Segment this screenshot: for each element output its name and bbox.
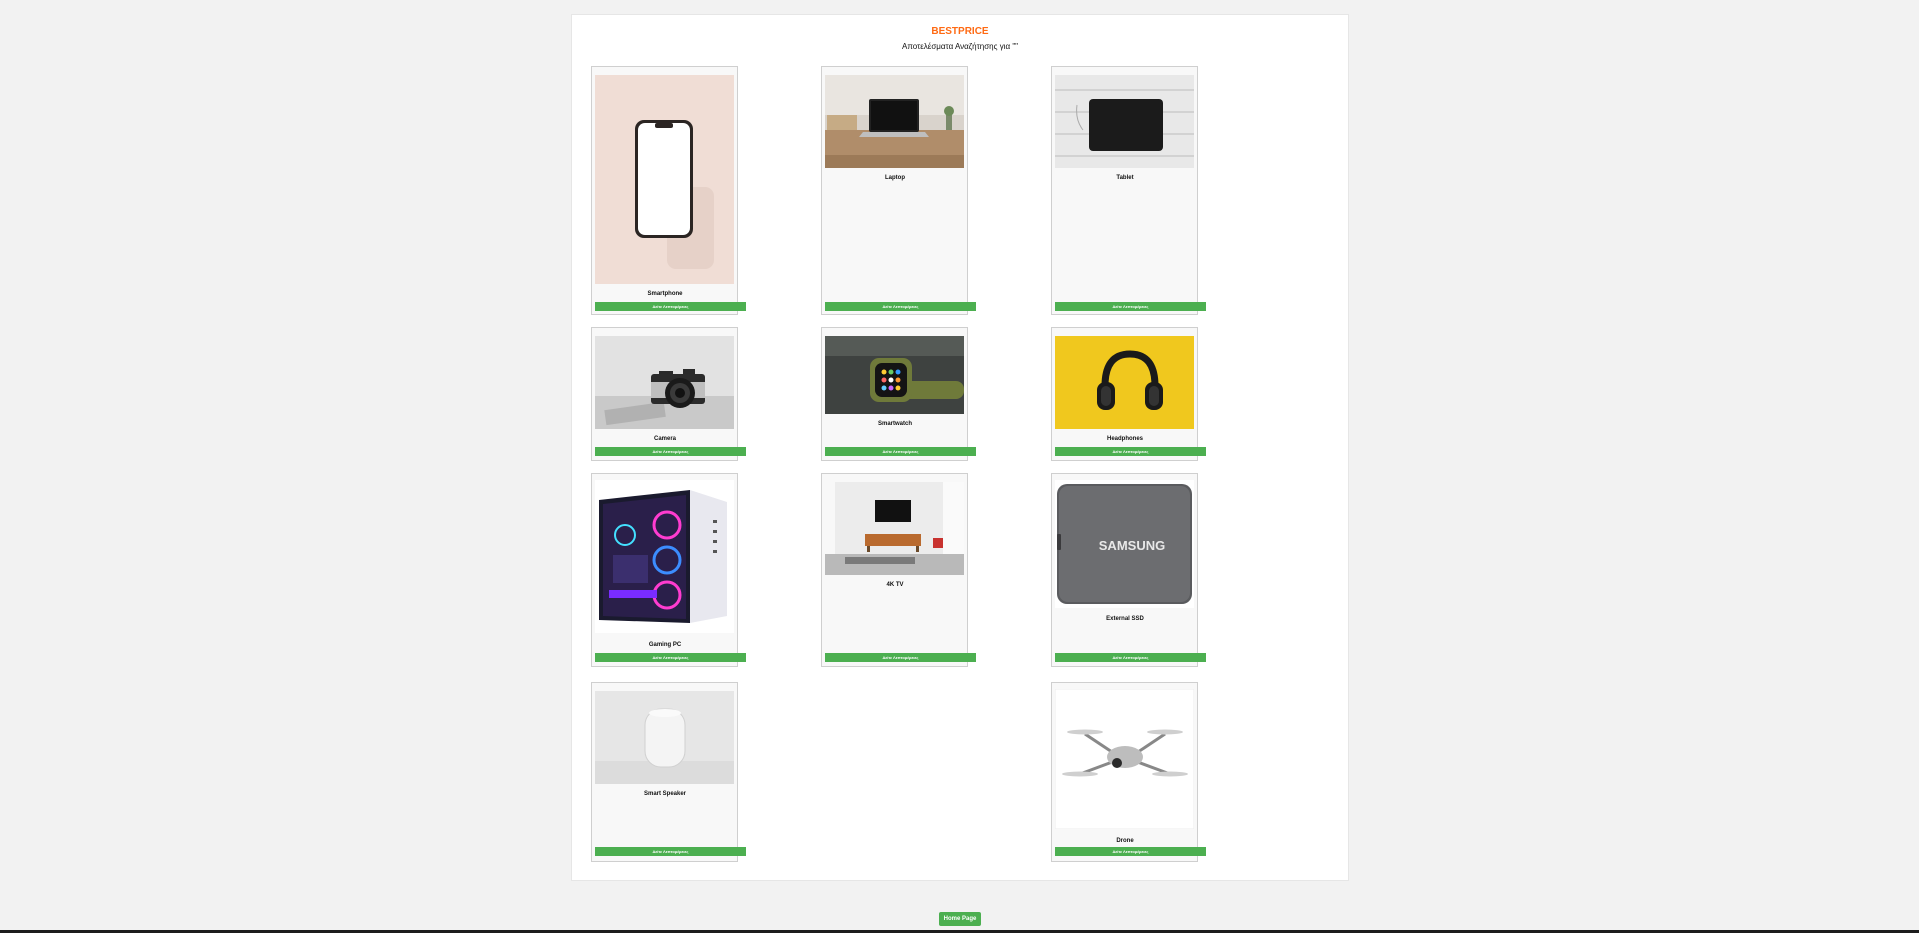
details-button[interactable]: Δείτε Λεπτομέρειες <box>825 302 976 311</box>
product-card-tablet: Tablet Δείτε Λεπτομέρειες <box>1051 66 1206 315</box>
results-panel: BESTPRICE Αποτελέσματα Αναζήτησης για ""… <box>571 14 1349 881</box>
details-button[interactable]: Δείτε Λεπτομέρειες <box>825 447 976 456</box>
product-card-4k-tv: 4K TV Δείτε Λεπτομέρειες <box>821 473 976 667</box>
product-card-smartphone: Smartphone Δείτε Λεπτομέρειες <box>591 66 746 315</box>
details-button[interactable]: Δείτε Λεπτομέρειες <box>595 847 746 856</box>
details-button[interactable]: Δείτε Λεπτομέρειες <box>595 653 746 662</box>
product-card-gaming-pc: Gaming PC Δείτε Λεπτομέρειες <box>591 473 746 667</box>
details-button[interactable]: Δείτε Λεπτομέρειες <box>1055 847 1206 856</box>
laptop-image <box>825 75 964 168</box>
product-name: Smartwatch <box>877 421 912 427</box>
product-name: Gaming PC <box>648 642 682 648</box>
details-button[interactable]: Δείτε Λεπτομέρειες <box>1055 302 1206 311</box>
product-name: Tablet <box>1116 175 1134 181</box>
details-button[interactable]: Δείτε Λεπτομέρειες <box>825 653 976 662</box>
product-card-headphones: Headphones Δείτε Λεπτομέρειες <box>1051 327 1206 461</box>
product-name: Headphones <box>1106 436 1143 442</box>
product-name: 4K TV <box>886 582 904 588</box>
product-name: Camera <box>653 436 676 442</box>
ssd-logo: SAMSUNG <box>1099 538 1165 553</box>
product-card-smart-speaker: Smart Speaker Δείτε Λεπτομέρειες <box>591 682 746 862</box>
gaming-pc-image <box>595 480 734 633</box>
product-card-camera: Camera Δείτε Λεπτομέρειες <box>591 327 746 461</box>
product-card-smartwatch: Smartwatch Δείτε Λεπτομέρειες <box>821 327 976 461</box>
product-card-drone: Drone Δείτε Λεπτομέρειες <box>1051 682 1206 862</box>
tablet-image <box>1055 75 1194 168</box>
speaker-image <box>595 691 734 784</box>
brand-title: BESTPRICE <box>931 26 989 37</box>
product-name: Smartphone <box>647 291 683 297</box>
tv-image <box>825 482 964 575</box>
product-card-external-ssd: SAMSUNG External SSD Δείτε Λεπτομέρειες <box>1051 473 1206 667</box>
ssd-image: SAMSUNG <box>1055 480 1194 608</box>
smartphone-image <box>595 75 734 284</box>
details-button[interactable]: Δείτε Λεπτομέρειες <box>595 447 746 456</box>
product-name: External SSD <box>1106 616 1144 622</box>
smartwatch-image <box>825 336 964 414</box>
search-results-heading: Αποτελέσματα Αναζήτησης για "" <box>901 42 1019 51</box>
drone-image <box>1055 689 1194 829</box>
product-card-laptop: Laptop Δείτε Λεπτομέρειες <box>821 66 976 315</box>
camera-image <box>595 336 734 429</box>
headphones-image <box>1055 336 1194 429</box>
home-page-button[interactable]: Home Page <box>939 912 981 926</box>
details-button[interactable]: Δείτε Λεπτομέρειες <box>1055 653 1206 662</box>
product-name: Smart Speaker <box>643 791 687 797</box>
product-name: Laptop <box>885 175 905 181</box>
details-button[interactable]: Δείτε Λεπτομέρειες <box>595 302 746 311</box>
product-name: Drone <box>1116 838 1134 844</box>
details-button[interactable]: Δείτε Λεπτομέρειες <box>1055 447 1206 456</box>
